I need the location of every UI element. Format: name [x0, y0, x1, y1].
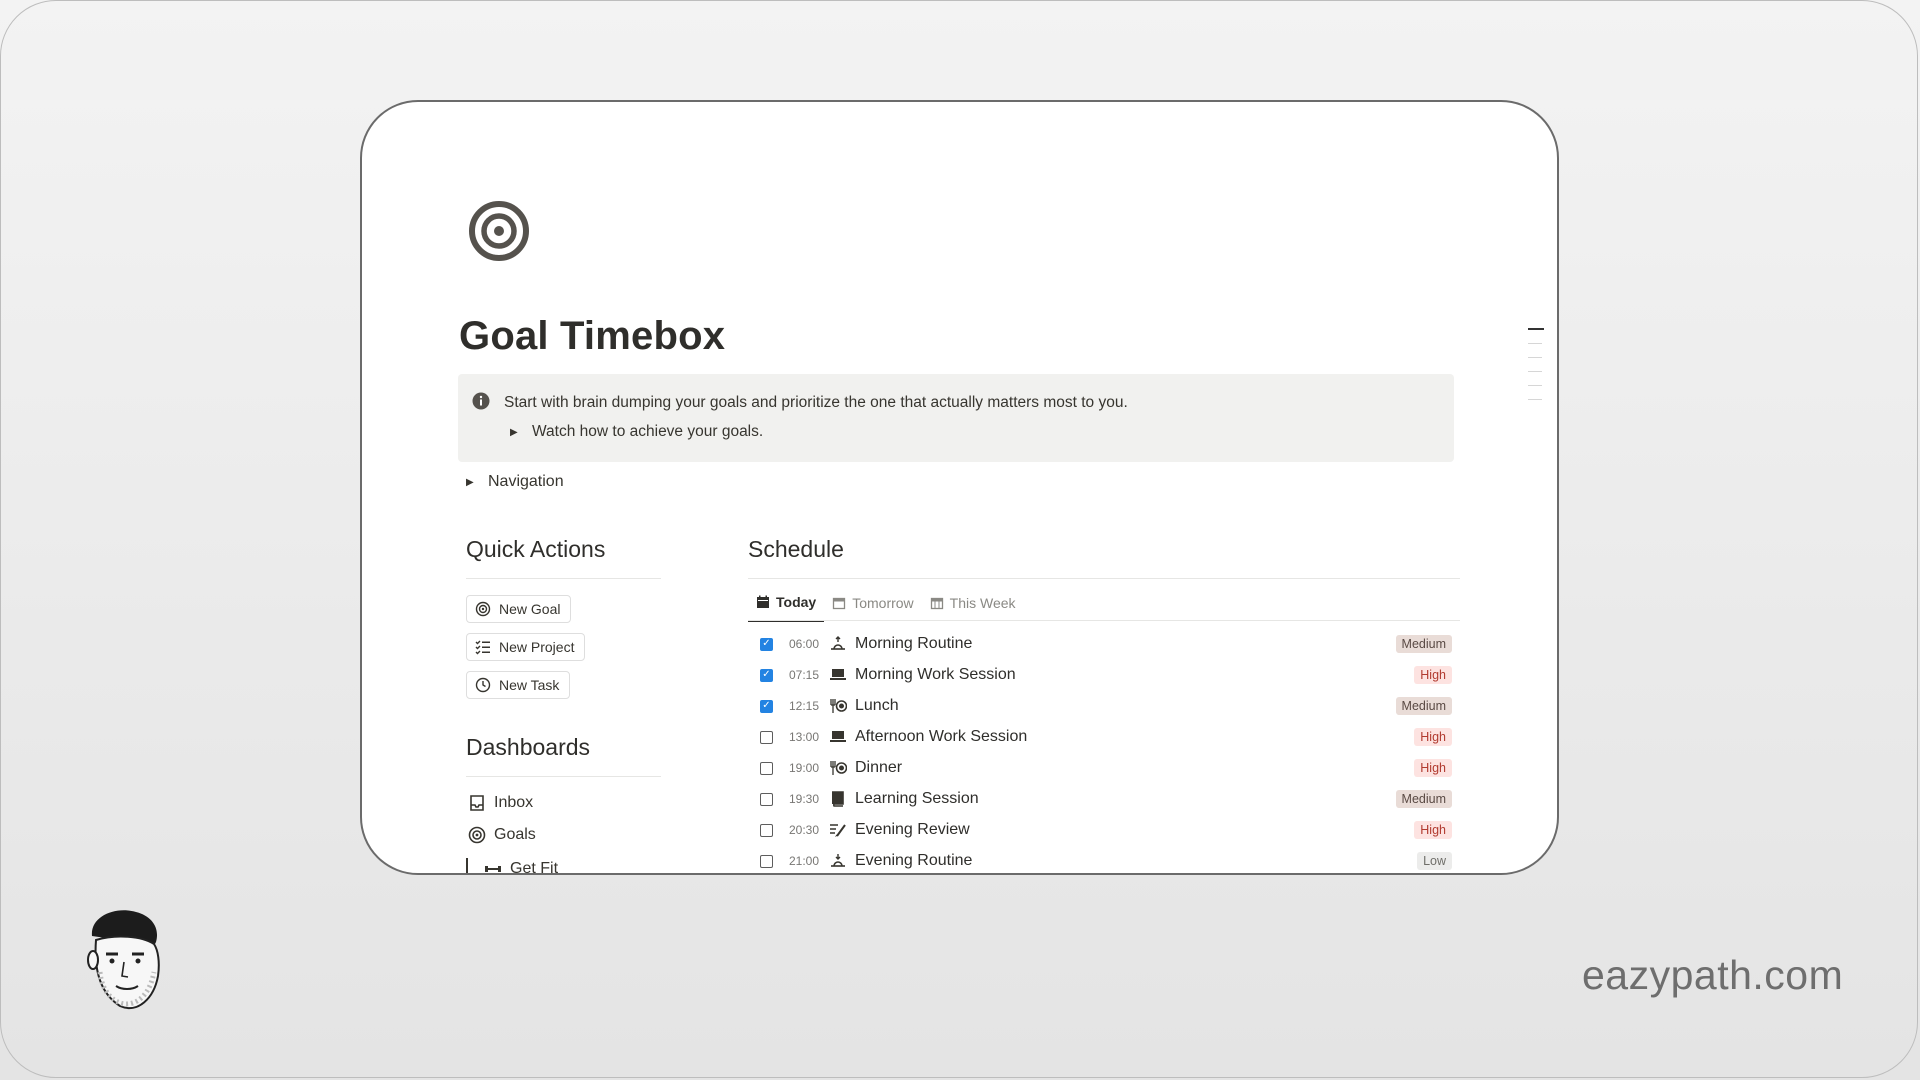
task-time: 20:30 — [789, 823, 820, 837]
tree-line — [466, 858, 468, 873]
tab-label: This Week — [949, 595, 1016, 611]
task-title[interactable]: Dinner — [855, 759, 1414, 777]
priority-badge: High — [1414, 759, 1452, 777]
laptop-icon — [829, 728, 847, 746]
dashboards-heading: Dashboards — [466, 734, 591, 760]
schedule-row[interactable]: ✓ 12:15 Lunch Medium — [760, 692, 1452, 720]
schedule-row[interactable]: 19:30 Learning Session Medium — [760, 785, 1452, 813]
dashboard-item-goals[interactable]: Goals — [468, 826, 536, 844]
tab-tomorrow[interactable]: Tomorrow — [824, 594, 921, 622]
navigation-label: Navigation — [488, 473, 564, 490]
quick-actions-heading: Quick Actions — [466, 536, 606, 562]
priority-badge: Medium — [1395, 697, 1452, 715]
task-checkbox[interactable] — [760, 823, 773, 837]
dumbbell-icon — [485, 866, 501, 872]
priority-badge: Medium — [1395, 790, 1452, 808]
task-checkbox[interactable] — [760, 730, 773, 744]
calendar-grid-icon — [930, 597, 943, 610]
calendar-icon — [757, 595, 769, 608]
navigation-toggle[interactable]: ▶ Navigation — [466, 473, 564, 491]
task-checkbox[interactable]: ✓ — [760, 637, 773, 651]
task-title[interactable]: Morning Routine — [855, 635, 1396, 653]
target-icon — [468, 826, 486, 844]
table-of-contents[interactable] — [1528, 328, 1544, 413]
task-checkbox[interactable] — [760, 761, 773, 775]
task-title[interactable]: Learning Session — [855, 790, 1396, 808]
inbox-icon — [470, 795, 484, 811]
divider — [748, 620, 1460, 621]
callout-text: Start with brain dumping your goals and … — [504, 394, 1128, 411]
schedule-row[interactable]: 19:00 Dinner High — [760, 754, 1452, 782]
schedule-row[interactable]: ✓ 07:15 Morning Work Session High — [760, 661, 1452, 689]
task-title[interactable]: Lunch — [855, 697, 1396, 715]
dining-icon — [829, 697, 848, 715]
dashboard-item-inbox[interactable]: Inbox — [468, 794, 533, 812]
task-checkbox[interactable] — [760, 854, 773, 868]
tab-today[interactable]: Today — [748, 594, 825, 622]
task-checkbox[interactable]: ✓ — [760, 668, 773, 682]
schedule-heading: Schedule — [748, 536, 844, 562]
laptop-icon — [829, 666, 847, 684]
brand-text: eazypath.com — [1582, 952, 1844, 998]
new-task-button[interactable]: New Task — [466, 671, 571, 699]
dining-icon — [829, 759, 848, 777]
tab-label: Tomorrow — [852, 595, 914, 611]
clock-icon — [475, 677, 491, 693]
watch-toggle-label: Watch how to achieve your goals. — [532, 423, 764, 440]
new-project-label: New Project — [499, 639, 575, 655]
book-icon — [829, 790, 847, 808]
task-title[interactable]: Morning Work Session — [855, 666, 1414, 684]
task-time: 07:15 — [789, 668, 820, 682]
notion-window: Goal Timebox Start with brain dumping yo… — [360, 100, 1559, 875]
new-goal-button[interactable]: New Goal — [466, 595, 572, 623]
tab-label: Today — [776, 594, 817, 610]
priority-badge: High — [1414, 821, 1452, 839]
priority-badge: Medium — [1395, 635, 1452, 653]
schedule-row[interactable]: 20:30 Evening Review High — [760, 816, 1452, 844]
task-time: 19:30 — [789, 792, 820, 806]
dashboard-item-label: Goals — [494, 826, 536, 843]
task-time: 12:15 — [789, 699, 820, 713]
task-time: 21:00 — [789, 854, 820, 868]
divider — [466, 776, 661, 777]
target-icon — [469, 201, 529, 261]
task-checkbox[interactable] — [760, 792, 773, 806]
schedule-row[interactable]: 21:00 Evening Routine Low — [760, 847, 1452, 873]
task-title[interactable]: Evening Routine — [855, 852, 1417, 870]
target-icon — [475, 601, 491, 617]
dashboard-item-label: Get Fit — [510, 860, 559, 875]
page-title: Goal Timebox — [459, 314, 726, 358]
task-title[interactable]: Evening Review — [855, 821, 1414, 839]
new-goal-label: New Goal — [499, 601, 561, 617]
info-icon — [472, 392, 490, 410]
callout: Start with brain dumping your goals and … — [458, 374, 1454, 462]
priority-badge: Low — [1417, 852, 1452, 870]
schedule-tabs: Today Tomorrow This Week — [748, 594, 1024, 622]
task-time: 06:00 — [789, 637, 820, 651]
triangle-right-icon: ▶ — [466, 476, 474, 488]
task-time: 13:00 — [789, 730, 820, 744]
task-checkbox[interactable]: ✓ — [760, 699, 773, 713]
schedule-row[interactable]: ✓ 06:00 Morning Routine Medium — [760, 630, 1452, 658]
dashboard-item-label: Inbox — [494, 794, 534, 811]
task-title[interactable]: Afternoon Work Session — [855, 728, 1414, 746]
new-project-button[interactable]: New Project — [466, 633, 586, 661]
divider — [466, 578, 661, 579]
divider — [748, 578, 1460, 579]
sunset-icon — [829, 852, 847, 870]
checklist-icon — [475, 640, 490, 655]
tab-this-week[interactable]: This Week — [922, 594, 1024, 622]
triangle-right-icon: ▶ — [510, 426, 518, 438]
watch-toggle[interactable]: ▶ Watch how to achieve your goals. — [510, 423, 763, 441]
task-time: 19:00 — [789, 761, 820, 775]
avatar — [87, 910, 160, 1009]
new-task-label: New Task — [499, 677, 560, 693]
priority-badge: High — [1414, 666, 1452, 684]
schedule-row[interactable]: 13:00 Afternoon Work Session High — [760, 723, 1452, 751]
sunrise-icon — [829, 635, 847, 653]
priority-badge: High — [1414, 728, 1452, 746]
review-icon — [829, 821, 847, 839]
calendar-icon — [833, 597, 846, 610]
dashboard-item-get-fit[interactable]: Get Fit — [466, 858, 559, 875]
